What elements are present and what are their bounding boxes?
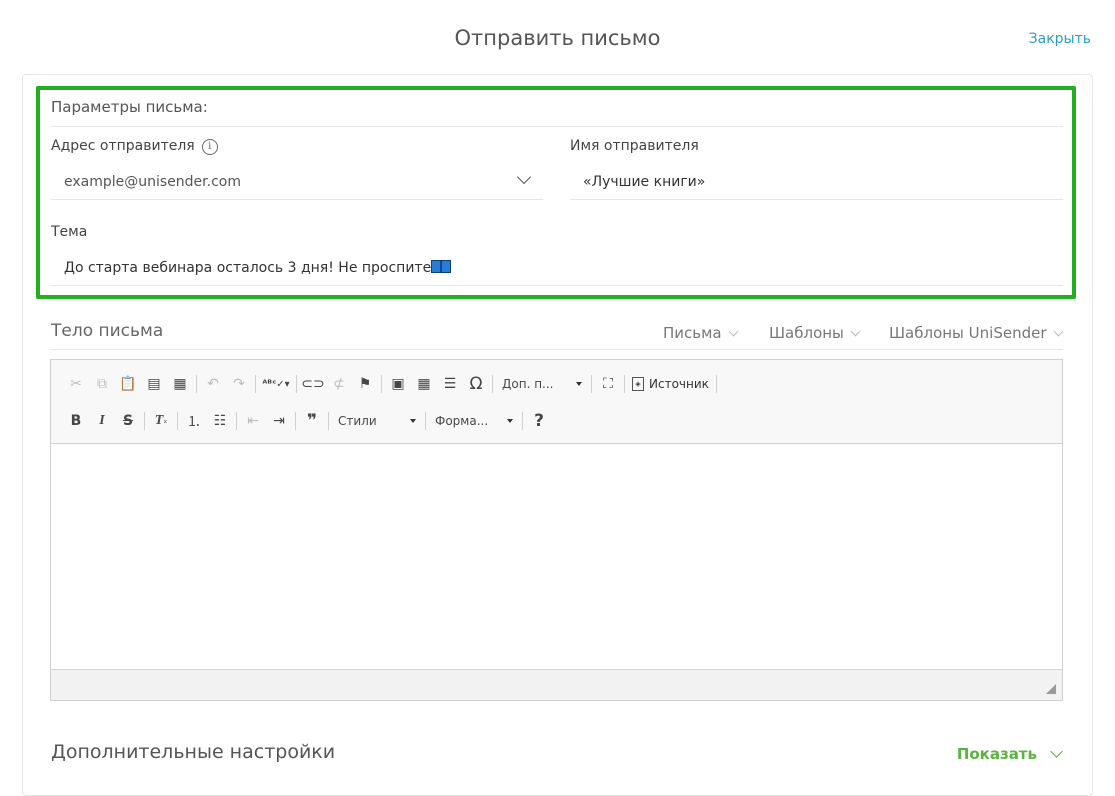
unlink-icon[interactable]: ⊄	[326, 372, 352, 396]
chevron-down-icon	[410, 419, 416, 423]
toolbar-separator	[425, 412, 426, 430]
format-dropdown[interactable]: Форма...	[429, 410, 519, 432]
toolbar-separator	[177, 412, 178, 430]
info-icon[interactable]: i	[201, 139, 218, 155]
numbered-list-icon[interactable]: ⒈	[181, 409, 207, 433]
outdent-icon[interactable]: ⇤	[240, 409, 266, 433]
emoji-icon	[431, 260, 452, 273]
toolbar-separator	[236, 412, 237, 430]
image-icon[interactable]: ▣	[385, 372, 411, 396]
additional-settings-title: Дополнительные настройки	[51, 741, 336, 763]
divider	[51, 349, 1063, 350]
toolbar-separator	[296, 375, 297, 393]
styles-label: Стили	[338, 414, 377, 428]
toolbar-separator	[144, 412, 145, 430]
italic-icon[interactable]: I	[89, 409, 115, 433]
paste-word-icon[interactable]: ▦	[167, 372, 193, 396]
resize-handle-icon[interactable]	[1046, 684, 1056, 694]
templates-dropdown[interactable]: Шаблоны	[769, 324, 861, 342]
subject-value: До старта вебинара осталось 3 дня! Не пр…	[64, 260, 452, 276]
subject-label: Тема	[51, 224, 88, 240]
sender-name-value: «Лучшие книги»	[583, 174, 706, 190]
subject-text: До старта вебинара осталось 3 дня! Не пр…	[64, 260, 432, 276]
letters-dropdown[interactable]: Письма	[663, 324, 739, 342]
editor-toolbar: ✂ ⧉ 📋 ▤ ▦ ↶ ↷ ᴬᴮᶜ✓▾ ⊂⊃ ⊄ ⚑ ▣ ▦ ☰ Ω Доп. …	[51, 360, 1062, 444]
remove-format-icon[interactable]: Tₓ	[148, 409, 174, 433]
bulleted-list-icon[interactable]: ☷	[207, 409, 233, 433]
horizontal-line-icon[interactable]: ☰	[437, 372, 463, 396]
sender-address-select[interactable]: example@unisender.com	[51, 167, 543, 200]
chevron-down-icon	[850, 326, 861, 337]
subject-input[interactable]: До старта вебинара осталось 3 дня! Не пр…	[51, 253, 1063, 286]
templates-dropdown-label: Шаблоны	[769, 324, 844, 342]
show-settings-button[interactable]: Показать	[957, 745, 1037, 763]
special-char-icon[interactable]: Ω	[463, 372, 489, 396]
toolbar-separator	[591, 375, 592, 393]
paste-text-icon[interactable]: ▤	[141, 372, 167, 396]
cut-icon[interactable]: ✂	[63, 372, 89, 396]
toolbar-separator	[255, 375, 256, 393]
chevron-down-icon	[728, 326, 739, 337]
close-link[interactable]: Закрыть	[1029, 31, 1091, 47]
toolbar-row-2: B I S Tₓ ⒈ ☷ ⇤ ⇥ ❞ Стили Форма... ?	[63, 408, 552, 434]
sender-address-value: example@unisender.com	[64, 174, 241, 190]
bold-icon[interactable]: B	[63, 409, 89, 433]
copy-icon[interactable]: ⧉	[89, 372, 115, 396]
unisender-templates-dropdown-label: Шаблоны UniSender	[889, 324, 1047, 342]
spellcheck-icon[interactable]: ᴬᴮᶜ✓▾	[259, 372, 293, 396]
toolbar-separator	[522, 412, 523, 430]
indent-icon[interactable]: ⇥	[266, 409, 292, 433]
toolbar-separator	[295, 412, 296, 430]
editor-content-area[interactable]	[51, 444, 1062, 670]
link-icon[interactable]: ⊂⊃	[300, 372, 326, 396]
format-label: Форма...	[435, 414, 489, 428]
extra-plugins-dropdown[interactable]: Доп. п...	[496, 373, 588, 395]
toolbar-separator	[328, 412, 329, 430]
letters-dropdown-label: Письма	[663, 324, 722, 342]
toolbar-separator	[381, 375, 382, 393]
maximize-icon[interactable]: ⛶	[595, 372, 621, 396]
sender-name-input[interactable]: «Лучшие книги»	[570, 167, 1063, 200]
sender-address-label-text: Адрес отправителя	[51, 138, 195, 154]
anchor-flag-icon[interactable]: ⚑	[352, 372, 378, 396]
dialog-header: Отправить письмо Закрыть	[0, 0, 1115, 76]
toolbar-separator	[196, 375, 197, 393]
sender-address-label: Адрес отправителя i	[51, 138, 218, 155]
source-icon: ◈	[632, 377, 644, 391]
styles-dropdown[interactable]: Стили	[332, 410, 422, 432]
undo-icon[interactable]: ↶	[200, 372, 226, 396]
source-label: Источник	[649, 377, 709, 391]
table-icon[interactable]: ▦	[411, 372, 437, 396]
extra-plugins-label: Доп. п...	[502, 377, 554, 391]
chevron-down-icon	[576, 382, 582, 386]
body-section-title: Тело письма	[51, 321, 164, 341]
source-button[interactable]: ◈ Источник	[628, 372, 713, 396]
page-title: Отправить письмо	[454, 26, 661, 50]
unisender-templates-dropdown[interactable]: Шаблоны UniSender	[889, 324, 1063, 342]
paste-icon[interactable]: 📋	[115, 372, 141, 396]
toolbar-separator	[624, 375, 625, 393]
editor-statusbar	[51, 669, 1062, 700]
toolbar-separator	[492, 375, 493, 393]
redo-icon[interactable]: ↷	[226, 372, 252, 396]
toolbar-separator	[715, 375, 717, 393]
rich-text-editor: ✂ ⧉ 📋 ▤ ▦ ↶ ↷ ᴬᴮᶜ✓▾ ⊂⊃ ⊄ ⚑ ▣ ▦ ☰ Ω Доп. …	[50, 359, 1063, 701]
blockquote-icon[interactable]: ❞	[299, 409, 325, 433]
strikethrough-icon[interactable]: S	[115, 409, 141, 433]
sender-name-label: Имя отправителя	[570, 138, 699, 154]
toolbar-row-1: ✂ ⧉ 📋 ▤ ▦ ↶ ↷ ᴬᴮᶜ✓▾ ⊂⊃ ⊄ ⚑ ▣ ▦ ☰ Ω Доп. …	[63, 371, 720, 397]
chevron-down-icon	[1053, 326, 1063, 337]
params-section-title: Параметры письма:	[51, 98, 208, 116]
divider	[51, 126, 1063, 127]
help-icon[interactable]: ?	[526, 409, 552, 433]
chevron-down-icon[interactable]	[516, 169, 532, 185]
chevron-down-icon	[507, 419, 513, 423]
